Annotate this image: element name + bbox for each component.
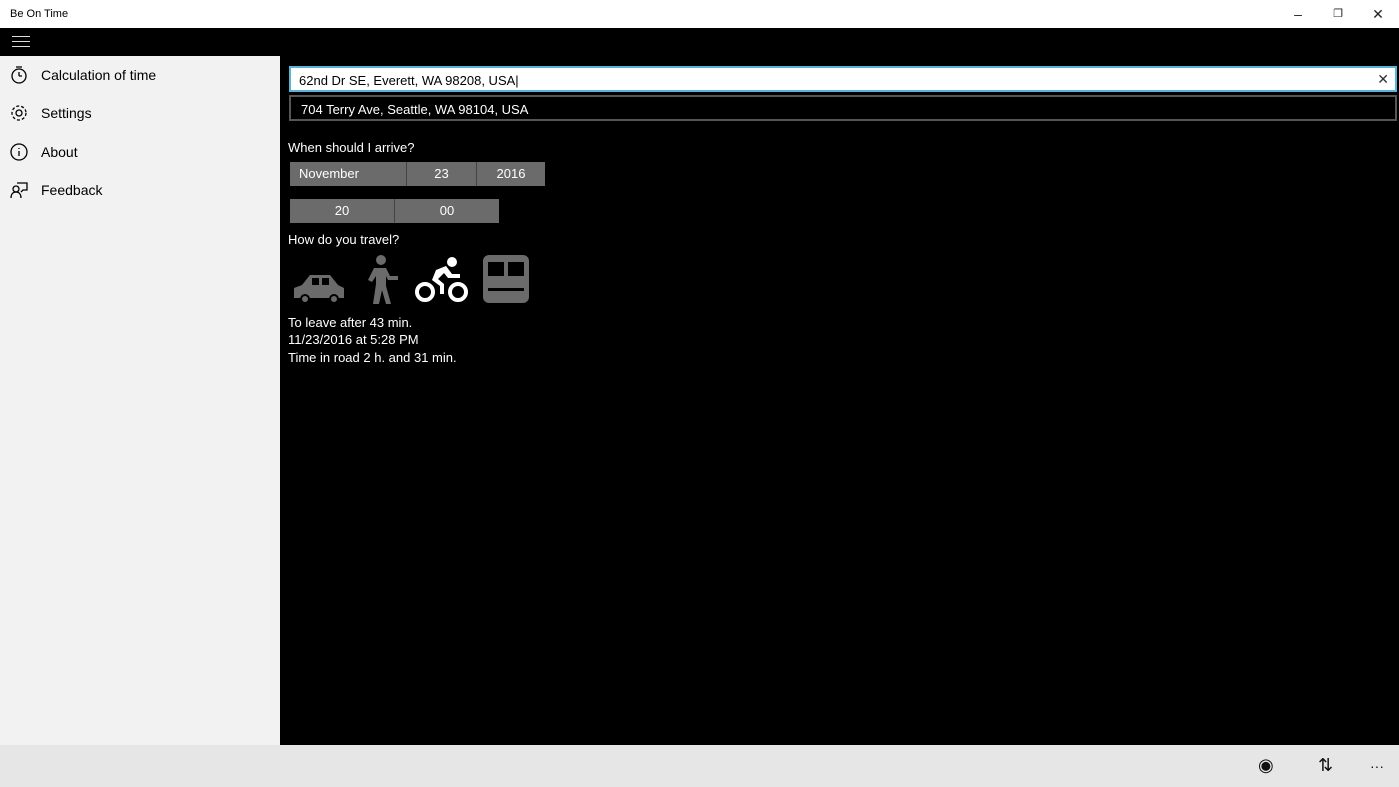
hour-picker[interactable]: 20	[290, 199, 395, 223]
origin-input[interactable]: 62nd Dr SE, Everett, WA 98208, USA|✕	[289, 66, 1397, 92]
destination-value: 704 Terry Ave, Seattle, WA 98104, USA	[301, 102, 528, 117]
hamburger-menu-icon[interactable]	[12, 36, 30, 48]
record-button[interactable]: ◉	[1258, 755, 1274, 776]
info-icon	[10, 143, 28, 161]
maximize-button[interactable]: ❐	[1328, 4, 1348, 24]
sidebar-item-label: Settings	[41, 105, 92, 121]
gear-icon	[10, 104, 28, 122]
sidebar-item-settings[interactable]: Settings	[0, 94, 280, 132]
close-button[interactable]: ✕	[1368, 4, 1388, 24]
sidebar: Calculation of time Settings About Feedb…	[0, 56, 280, 745]
arrive-label: When should I arrive?	[288, 140, 414, 155]
origin-value: 62nd Dr SE, Everett, WA 98208, USA	[299, 73, 515, 88]
sidebar-item-about[interactable]: About	[0, 133, 280, 171]
swap-button[interactable]: ⇅	[1318, 755, 1333, 776]
app-title: Be On Time	[10, 8, 68, 20]
clear-icon[interactable]: ✕	[1377, 71, 1389, 88]
car-icon[interactable]	[292, 268, 346, 306]
walk-icon[interactable]	[362, 254, 400, 304]
bottom-app-bar: ◉ ⇅ ···	[0, 745, 1399, 787]
departure-datetime: 11/23/2016 at 5:28 PM	[288, 332, 419, 347]
travel-duration: Time in road 2 h. and 31 min.	[288, 350, 457, 365]
destination-input[interactable]: 704 Terry Ave, Seattle, WA 98104, USA	[289, 95, 1397, 121]
title-bar: Be On Time – ❐ ✕	[0, 0, 1399, 28]
main-content: 62nd Dr SE, Everett, WA 98208, USA|✕ 704…	[280, 56, 1399, 745]
sidebar-item-label: About	[41, 144, 78, 160]
bus-icon[interactable]	[482, 254, 530, 304]
sidebar-item-label: Feedback	[41, 182, 102, 198]
travel-label: How do you travel?	[288, 232, 399, 247]
month-picker[interactable]: November	[290, 162, 407, 186]
year-picker[interactable]: 2016	[477, 162, 545, 186]
sidebar-item-label: Calculation of time	[41, 67, 156, 83]
sidebar-item-calculation[interactable]: Calculation of time	[0, 56, 280, 94]
minute-picker[interactable]: 00	[395, 199, 499, 223]
feedback-icon	[10, 181, 28, 199]
day-picker[interactable]: 23	[407, 162, 477, 186]
sidebar-item-feedback[interactable]: Feedback	[0, 171, 280, 209]
top-bar	[0, 28, 1399, 56]
bicycle-icon[interactable]	[414, 256, 470, 304]
leave-after-text: To leave after 43 min.	[288, 315, 412, 330]
minimize-button[interactable]: –	[1288, 4, 1308, 24]
stopwatch-icon	[10, 66, 28, 84]
more-button[interactable]: ···	[1370, 758, 1384, 774]
